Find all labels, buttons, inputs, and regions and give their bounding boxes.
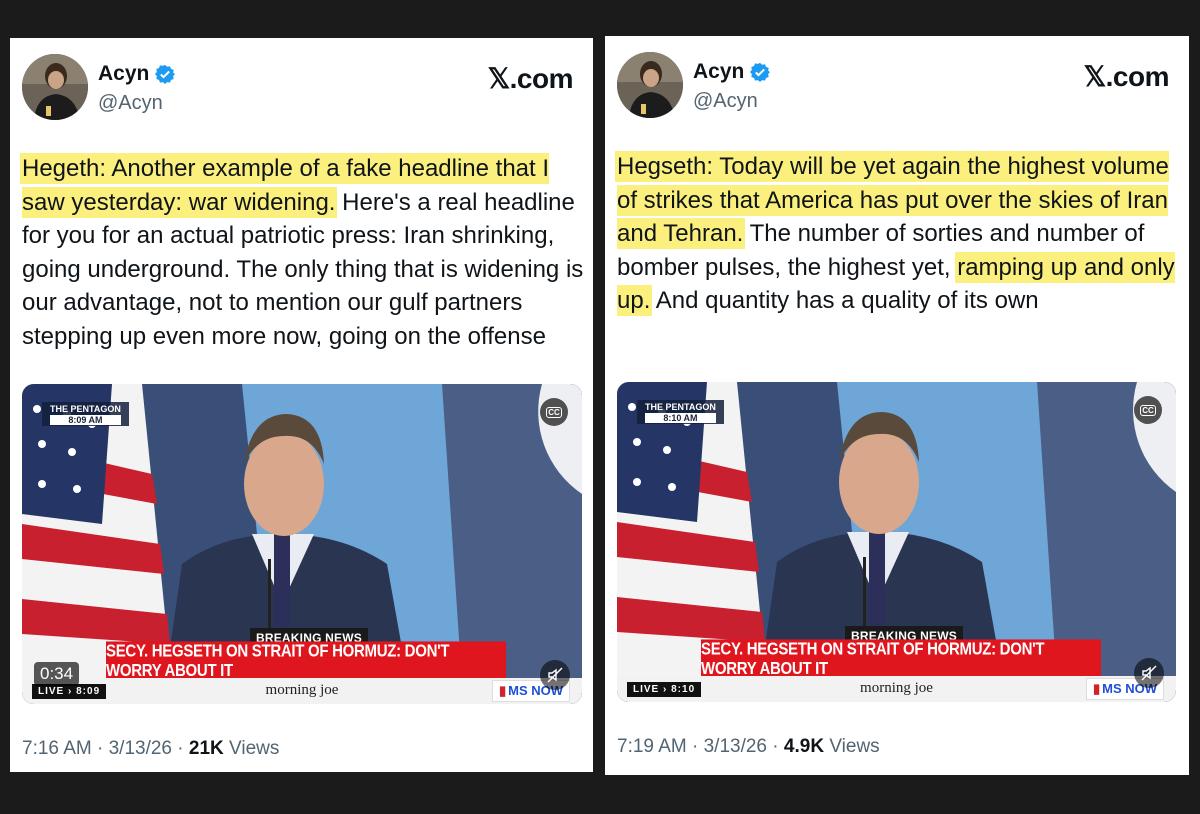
muted-speaker-icon <box>547 667 563 683</box>
mute-button[interactable] <box>540 660 570 690</box>
tweet-text-rest: And quantity has a quality of its own <box>650 287 1039 314</box>
views-label: Views <box>229 738 280 759</box>
verified-badge-icon <box>155 64 176 84</box>
author-handle[interactable]: @Acyn <box>693 90 758 113</box>
location-label: THE PENTAGON <box>645 402 716 412</box>
x-com-brand: 𝕏.com <box>487 63 574 94</box>
tweet-text: Hegseth: Today will be yet again the hig… <box>617 150 1183 318</box>
cc-icon: CC <box>1140 404 1156 416</box>
views-label: Views <box>829 736 880 757</box>
location-tag: THE PENTAGON 8:09 AM <box>42 402 129 426</box>
views-count: 4.9K <box>783 736 825 757</box>
muted-speaker-icon <box>1141 665 1157 681</box>
location-tag: THE PENTAGON 8:10 AM <box>637 400 724 424</box>
location-time: 8:10 AM <box>645 413 716 423</box>
location-time: 8:09 AM <box>50 415 121 425</box>
tweet-time[interactable]: 7:19 AM <box>617 736 687 757</box>
tweet-meta: 7:16 AM · 3/13/26 · 21K Views <box>22 738 280 759</box>
tweet-meta: 7:19 AM · 3/13/26 · 4.9K Views <box>617 736 880 757</box>
tweet-date[interactable]: 3/13/26 <box>109 738 172 759</box>
closed-captions-button[interactable]: CC <box>540 398 568 426</box>
video-player[interactable]: THE PENTAGON 8:09 AM CC BREAKING NEWS SE… <box>22 384 582 704</box>
cc-icon: CC <box>546 406 562 418</box>
author-name[interactable]: Acyn <box>693 60 744 84</box>
news-headline: SECY. HEGSETH ON STRAIT OF HORMUZ: DON'T… <box>106 641 506 681</box>
mute-button[interactable] <box>1134 658 1164 688</box>
tweet-text: Hegeth: Another example of a fake headli… <box>22 152 588 353</box>
video-bottom-bar: LIVE › 8:10 morning joe ▮ MS NOW <box>617 676 1176 702</box>
author-name[interactable]: Acyn <box>98 62 149 86</box>
tweet-card-2[interactable]: Acyn @Acyn 𝕏.com Hegseth: Today will be … <box>605 36 1189 775</box>
news-headline: SECY. HEGSETH ON STRAIT OF HORMUZ: DON'T… <box>701 639 1101 679</box>
x-com-brand: 𝕏.com <box>1083 61 1170 92</box>
flag-icon: ▮ <box>498 683 507 698</box>
location-label: THE PENTAGON <box>50 404 121 414</box>
video-player[interactable]: THE PENTAGON 8:10 AM CC BREAKING NEWS SE… <box>617 382 1176 702</box>
verified-badge-icon <box>750 62 771 82</box>
views-count: 21K <box>188 738 224 759</box>
tweet-time[interactable]: 7:16 AM <box>22 738 92 759</box>
avatar[interactable] <box>617 52 683 118</box>
author-handle[interactable]: @Acyn <box>98 92 163 115</box>
tweet-date[interactable]: 3/13/26 <box>704 736 767 757</box>
avatar[interactable] <box>22 54 88 120</box>
flag-icon: ▮ <box>1092 681 1101 696</box>
video-bottom-bar: LIVE › 8:09 morning joe ▮ MS NOW <box>22 678 582 704</box>
closed-captions-button[interactable]: CC <box>1134 396 1162 424</box>
tweet-card-1[interactable]: Acyn @Acyn 𝕏.com Hegeth: Another example… <box>10 38 593 772</box>
video-duration: 0:34 <box>34 662 80 686</box>
